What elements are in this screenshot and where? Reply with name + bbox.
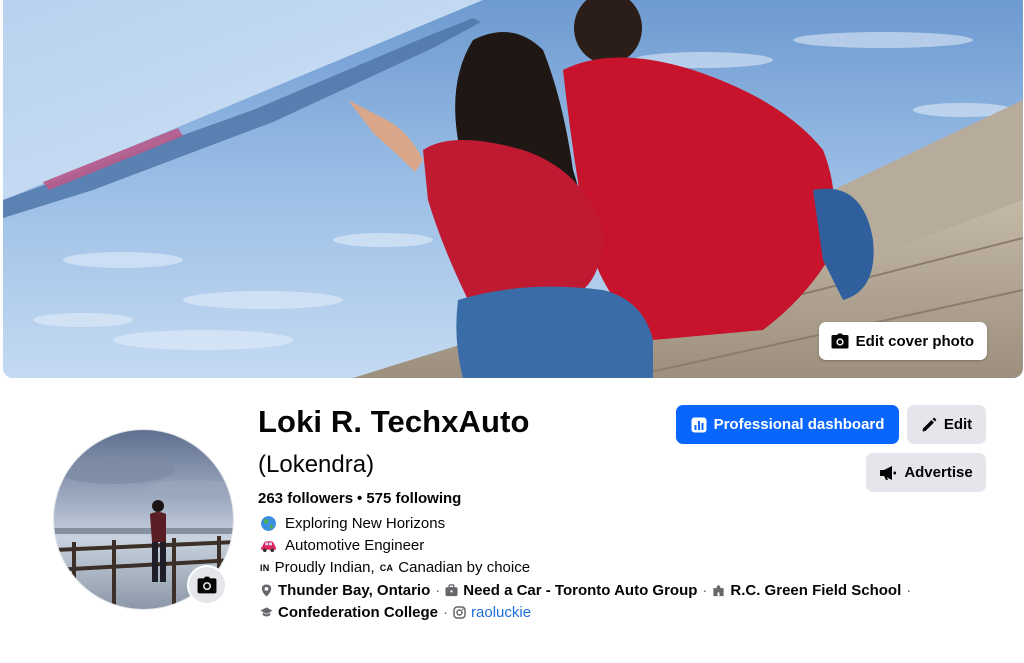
- instagram-icon: [453, 606, 466, 619]
- camera-icon: [831, 333, 849, 349]
- followers-link[interactable]: 263 followers: [258, 490, 353, 507]
- edit-profile-label: Edit: [943, 416, 973, 433]
- school-icon: [713, 584, 724, 597]
- follow-counts: 263 followers • 575 following: [258, 490, 461, 507]
- bio-text: Canadian by choice: [398, 559, 531, 576]
- edit-cover-photo-button[interactable]: Edit cover photo: [818, 322, 987, 360]
- canada-flag-icon: CA: [379, 562, 394, 573]
- following-link[interactable]: 575 following: [366, 490, 461, 507]
- edit-profile-button[interactable]: Edit: [907, 405, 986, 444]
- professional-dashboard-label: Professional dashboard: [713, 416, 885, 433]
- professional-dashboard-button[interactable]: Professional dashboard: [676, 405, 899, 444]
- location-link[interactable]: Thunder Bay, Ontario: [278, 582, 430, 599]
- bio-text: Automotive Engineer: [285, 537, 425, 554]
- bio-line-engineer: Automotive Engineer: [260, 537, 424, 554]
- follow-separator: •: [357, 490, 363, 507]
- megaphone-icon: [880, 465, 897, 480]
- briefcase-icon: [445, 584, 458, 597]
- graduation-cap-icon: [260, 607, 273, 617]
- profile-alternate-name: (Lokendra): [258, 451, 375, 478]
- school-link[interactable]: R.C. Green Field School: [730, 582, 901, 599]
- bio-line-nationality: IN Proudly Indian, CA Canadian by choice: [260, 559, 530, 576]
- separator: ·: [702, 582, 708, 599]
- edit-cover-photo-label: Edit cover photo: [855, 332, 974, 350]
- cover-photo[interactable]: Edit cover photo: [3, 0, 1023, 378]
- separator: ·: [906, 582, 912, 599]
- profile-name: Loki R. TechxAuto: [258, 404, 530, 439]
- camera-icon: [197, 576, 217, 594]
- advertise-label: Advertise: [904, 464, 973, 481]
- car-icon: [261, 541, 276, 553]
- bio-line-horizons: Exploring New Horizons: [260, 515, 445, 532]
- separator: ·: [443, 604, 449, 621]
- instagram-link[interactable]: raoluckie: [471, 604, 531, 621]
- dashboard-chart-icon: [691, 417, 707, 432]
- details-row-2: Confederation College · raoluckie: [260, 604, 531, 621]
- globe-icon: [261, 516, 276, 531]
- details-row-1: Thunder Bay, Ontario · Need a Car - Toro…: [260, 582, 916, 599]
- india-flag-icon: IN: [260, 562, 270, 573]
- college-link[interactable]: Confederation College: [278, 604, 438, 621]
- advertise-button[interactable]: Advertise: [866, 453, 986, 492]
- update-profile-picture-button[interactable]: [187, 565, 227, 605]
- pencil-icon: [922, 417, 937, 431]
- location-pin-icon: [261, 584, 272, 597]
- bio-text: Proudly Indian,: [274, 559, 375, 576]
- bio-text: Exploring New Horizons: [285, 515, 446, 532]
- profile-picture-container: [53, 429, 234, 610]
- separator: ·: [435, 582, 441, 599]
- work-link[interactable]: Need a Car - Toronto Auto Group: [463, 582, 697, 599]
